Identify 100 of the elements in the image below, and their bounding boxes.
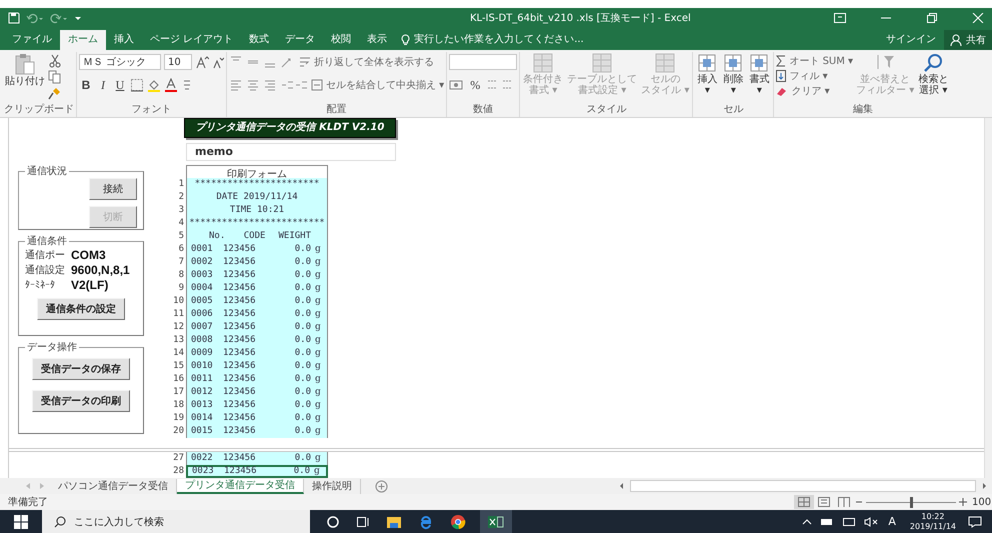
weight-unit: g [315, 269, 322, 282]
form-cell[interactable]: 0023 123456 0.0 g [186, 465, 328, 478]
font-name-dropdown[interactable]: ＭＳ ゴシック [79, 54, 161, 70]
setting-value: COM3 [71, 248, 107, 262]
paste-button[interactable]: 貼り付け [4, 52, 46, 103]
group-title: 通信条件 [26, 234, 68, 248]
muted-speaker-icon[interactable] [864, 516, 878, 526]
record-number: 0010 [191, 360, 214, 373]
windows-start-icon[interactable] [14, 514, 28, 528]
undo-icon[interactable] [26, 12, 44, 24]
normal-view-icon[interactable] [794, 495, 814, 509]
percent-button[interactable]: % [468, 78, 482, 92]
group-label: 数値 [472, 103, 494, 117]
redo-icon[interactable] [50, 12, 68, 24]
tray-caret-icon[interactable] [802, 516, 812, 526]
scroll-left-icon[interactable] [618, 482, 626, 490]
clock[interactable]: 10:22 2019/11/14 [910, 512, 956, 532]
font-size-dropdown[interactable]: 10 [164, 54, 192, 70]
form-button[interactable]: 受信データの保存 [32, 358, 130, 380]
tell-me-field[interactable]: 実行したい作業を入力してください... [414, 30, 584, 50]
group-title: データ操作 [26, 341, 78, 354]
find-select-button[interactable]: 検索と 選択 ▾ [917, 52, 950, 103]
sign-in-link[interactable]: サインイン [886, 30, 936, 50]
grow-font-icon[interactable] [195, 55, 209, 69]
menu-tab[interactable]: 挿入 [106, 30, 142, 50]
italic-button[interactable]: I [96, 78, 110, 92]
record-weight: 0.0 [294, 373, 311, 386]
weight-unit: g [315, 347, 322, 360]
zoom-in-icon[interactable] [958, 495, 968, 509]
cut-icon[interactable] [48, 54, 62, 68]
share-button[interactable]: 共有 [944, 30, 992, 50]
browser-e-icon[interactable] [418, 514, 434, 530]
format-painter-icon[interactable] [48, 86, 62, 100]
sheet-tab[interactable]: プリンタ通信データ受信 [177, 478, 304, 494]
notification-icon[interactable] [968, 516, 982, 528]
fill-color-icon[interactable] [147, 78, 161, 92]
menu-tab[interactable]: 表示 [359, 30, 396, 50]
search-icon [54, 516, 66, 528]
form-button[interactable]: 受信データの印刷 [32, 390, 130, 412]
currency-icon[interactable] [449, 78, 466, 92]
chrome-icon[interactable] [450, 514, 466, 530]
save-icon[interactable] [8, 12, 20, 24]
ribbon-display-icon[interactable] [834, 13, 846, 23]
row-number: 15 [172, 360, 185, 373]
cells-button[interactable]: 挿入 ▾ [695, 52, 720, 103]
zoom-level[interactable]: 100 [972, 496, 992, 508]
vertical-scrollbar[interactable] [984, 118, 992, 478]
weight-unit: g [315, 373, 322, 386]
column-heading: No. [209, 230, 226, 243]
row-number: 6 [178, 243, 185, 256]
shrink-font-icon[interactable] [212, 55, 224, 69]
align-left-icon[interactable] [229, 78, 243, 92]
ime-indicator[interactable]: A [888, 515, 896, 528]
menu-tab[interactable]: データ [277, 30, 324, 50]
person-icon [950, 34, 962, 46]
group-label: 編集 [852, 103, 874, 117]
autosum-button[interactable]: オート SUM ▾ [776, 54, 854, 68]
font-color-icon[interactable] [164, 78, 178, 92]
zoom-slider-thumb[interactable] [910, 496, 913, 508]
record-weight: 0.0 [294, 360, 311, 373]
record-number: 0023 [192, 467, 215, 476]
scroll-right-icon[interactable] [980, 482, 988, 490]
record-code: 123456 [223, 399, 257, 412]
borders-icon[interactable] [130, 78, 144, 92]
form-button[interactable]: 通信条件の設定 [37, 298, 125, 320]
merge-center-button[interactable]: セルを結合して中央揃え ▾ [311, 78, 444, 92]
horizontal-scrollbar[interactable] [618, 480, 988, 492]
close-icon[interactable] [972, 13, 984, 23]
folder-icon[interactable] [386, 514, 402, 528]
weight-unit: g [315, 452, 322, 465]
weight-unit: g [315, 412, 322, 425]
menu-tab[interactable]: ページ レイアウト [142, 30, 242, 50]
cortana-icon[interactable] [326, 514, 340, 528]
menu-tab[interactable]: 校閲 [323, 30, 360, 50]
align-center-icon[interactable] [246, 78, 260, 92]
fill-button[interactable]: フィル ▾ [776, 69, 854, 83]
maximize-icon[interactable] [926, 13, 938, 23]
menu-tab[interactable]: 数式 [241, 30, 278, 50]
excel-taskbar-button[interactable] [480, 510, 512, 533]
menu-tab[interactable]: ファイル [4, 30, 60, 50]
form-cell[interactable]: 0022 123456 0.0 g [186, 452, 328, 465]
cells-button[interactable]: 削除 ▾ [721, 52, 746, 103]
align-right-icon[interactable] [263, 78, 277, 92]
record-number: 0022 [191, 452, 214, 465]
record-code: 123456 [223, 256, 257, 269]
form-button[interactable]: 接続 [89, 178, 137, 200]
search-box[interactable]: ここに入力して検索 [42, 510, 310, 533]
row-number: 5 [178, 230, 185, 243]
clear-button[interactable]: クリア ▾ [776, 84, 854, 98]
underline-button[interactable]: U [113, 78, 127, 92]
memo-cell[interactable]: memo [186, 143, 396, 161]
add-sheet-icon[interactable] [375, 480, 388, 492]
bold-button[interactable]: B [79, 78, 93, 92]
menu-tab[interactable]: ホーム [60, 30, 106, 50]
cells-button[interactable]: 書式 ▾ [747, 52, 772, 103]
task-view-icon[interactable] [356, 514, 370, 528]
copy-icon[interactable] [48, 70, 62, 84]
wrap-text-button[interactable]: 折り返して全体を表示する [299, 55, 434, 69]
display-icon[interactable] [842, 516, 856, 526]
battery-icon[interactable] [820, 516, 834, 526]
